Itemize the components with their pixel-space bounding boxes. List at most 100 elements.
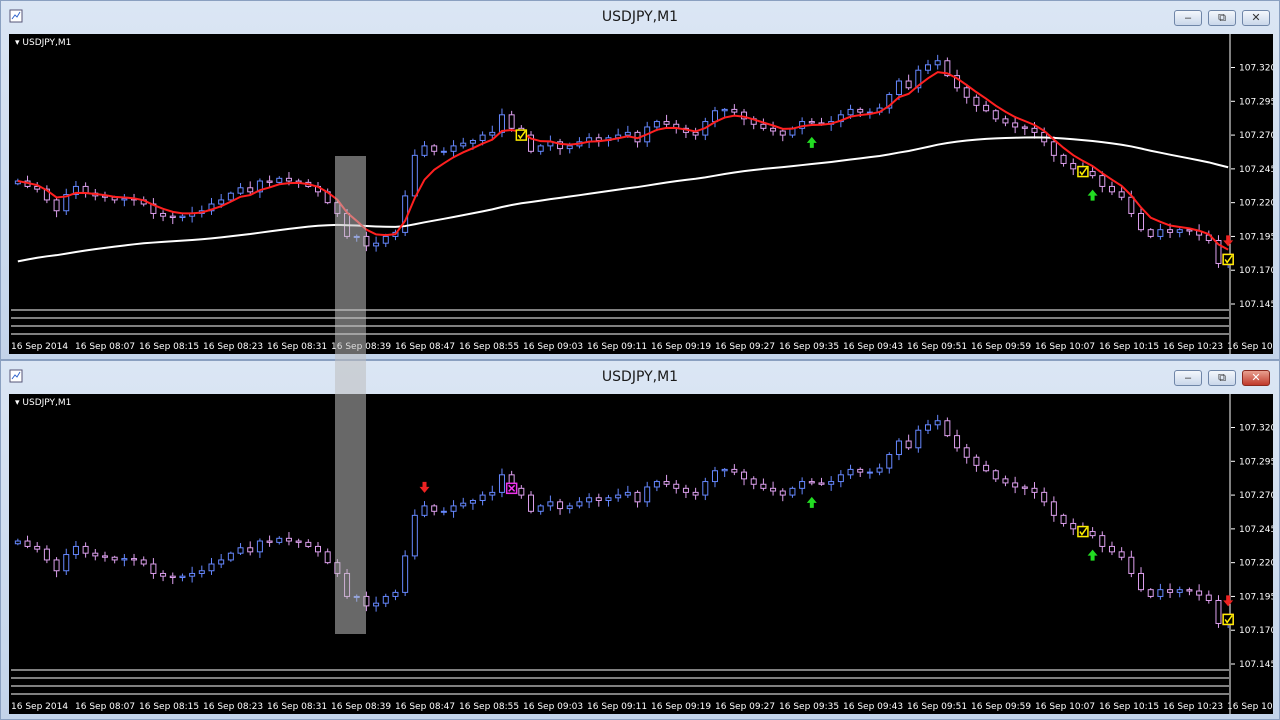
candle-body — [14, 540, 21, 545]
candle-body — [382, 235, 389, 244]
time-label: 16 Sep 09:59 — [971, 702, 1031, 712]
time-label: 16 Sep 09:27 — [715, 342, 775, 352]
buy-arrow-icon — [1087, 549, 1098, 561]
arrow-shape — [1223, 235, 1234, 247]
candle-body — [479, 134, 486, 141]
candle-body — [1176, 229, 1183, 233]
candle-body — [1012, 122, 1019, 128]
time-label: 16 Sep 08:55 — [459, 342, 519, 352]
candle-body — [847, 108, 854, 116]
time-label: 16 Sep 10:23 — [1163, 702, 1223, 712]
candle-body — [828, 481, 835, 485]
window-title: USDJPY,M1 — [601, 369, 679, 385]
candle-body — [731, 108, 738, 113]
price-chart[interactable]: 107.320 107.295 107.270 107.245 107.220 107.1… — [9, 394, 1273, 714]
candle-body — [469, 499, 476, 504]
candle-body — [518, 487, 525, 496]
candle-body — [983, 464, 990, 472]
candle-body — [1147, 229, 1154, 237]
restore-button[interactable]: ⧉ — [1208, 370, 1236, 386]
candle-body — [886, 454, 893, 469]
candle-body — [1167, 229, 1174, 233]
minimize-button[interactable]: – — [1174, 370, 1202, 386]
candle-body — [508, 114, 515, 129]
time-label: 16 Sep 08:15 — [139, 702, 199, 712]
time-label: 16 Sep 09:11 — [587, 702, 647, 712]
time-label: 16 Sep 08:47 — [395, 342, 455, 352]
candle-body — [43, 548, 50, 561]
chart-window-bottom[interactable]: USDJPY,M1 – ⧉ ✕ 107.320 107.295 107.270 107… — [0, 360, 1280, 720]
price-label: 107.145 — [1239, 300, 1273, 310]
candle-body — [498, 114, 505, 133]
candle-body — [876, 467, 883, 473]
symbol-label: ▾ USDJPY,M1 — [15, 398, 72, 408]
candle-body — [1118, 551, 1125, 558]
candle-body — [140, 559, 147, 565]
candle-body — [392, 591, 399, 597]
candle-body — [692, 131, 699, 136]
candle-body — [237, 547, 244, 554]
candle-body — [469, 139, 476, 144]
price-chart[interactable]: 107.320 107.295 107.270 107.245 107.220 107.1… — [9, 34, 1273, 354]
title-bar[interactable]: USDJPY,M1 – ⧉ ✕ — [1, 361, 1279, 393]
candle-body — [305, 541, 312, 547]
candle-body — [847, 468, 854, 476]
time-label: 16 Sep 09:19 — [651, 342, 711, 352]
candle-body — [818, 482, 825, 485]
candle-body — [992, 110, 999, 120]
candle-body — [615, 494, 622, 499]
candle-body — [1002, 478, 1009, 484]
time-label: 16 Sep 09:51 — [907, 702, 967, 712]
candle-body — [557, 501, 564, 510]
candle-body — [440, 510, 447, 513]
candle-body — [489, 131, 496, 136]
close-button[interactable]: ✕ — [1242, 370, 1270, 386]
restore-button[interactable]: ⧉ — [1208, 10, 1236, 26]
time-label: 16 Sep 08:15 — [139, 342, 199, 352]
close-button[interactable]: ✕ — [1242, 10, 1270, 26]
candle-body — [963, 87, 970, 98]
buy-arrow-icon — [806, 136, 817, 148]
time-label: 16 Sep 08:47 — [395, 702, 455, 712]
time-label: 16 Sep 09:03 — [523, 702, 583, 712]
candle-body — [547, 501, 554, 507]
candle-body — [440, 150, 447, 153]
candle-body — [63, 554, 70, 572]
candle-body — [779, 490, 786, 496]
candle-body — [808, 121, 815, 124]
minimize-button[interactable]: – — [1174, 10, 1202, 26]
candle-body — [1099, 175, 1106, 187]
candle-body — [799, 481, 806, 489]
candle-body — [1128, 196, 1135, 214]
candle-body — [373, 602, 380, 607]
arrow-shape — [806, 496, 817, 508]
candle-body — [925, 64, 931, 71]
check-marker-icon — [515, 129, 528, 141]
candle-body — [421, 145, 428, 156]
price-label: 107.195 — [1239, 592, 1273, 602]
time-label: 16 Sep 10: — [1227, 702, 1273, 712]
arrow-shape — [1087, 189, 1098, 201]
price-label: 107.295 — [1239, 457, 1273, 467]
candle-body — [750, 478, 757, 485]
chart-window-top[interactable]: USDJPY,M1 – ⧉ ✕ 107.320 107.295 107.270 107… — [0, 0, 1280, 360]
candle-body — [208, 563, 215, 572]
candle-body — [837, 474, 844, 483]
time-label: 16 Sep 10:15 — [1099, 342, 1159, 352]
price-label: 107.295 — [1239, 97, 1273, 107]
candle-body — [1147, 589, 1154, 597]
candle-body — [934, 420, 941, 426]
candle-body — [576, 501, 583, 507]
chart-canvas[interactable]: 107.320 107.295 107.270 107.245 107.220 107.1… — [9, 394, 1273, 714]
x-marker-icon — [505, 482, 518, 495]
candle-body — [983, 104, 990, 112]
time-label: 16 Sep 08:31 — [267, 702, 327, 712]
candle-body — [1099, 535, 1106, 547]
check-marker-icon — [1222, 253, 1234, 266]
candle-body — [537, 145, 544, 152]
price-label: 107.320 — [1239, 424, 1273, 434]
chart-canvas[interactable]: 107.320 107.295 107.270 107.245 107.220 107.1… — [9, 34, 1273, 354]
candle-body — [1138, 572, 1145, 591]
price-label: 107.170 — [1239, 266, 1273, 276]
title-bar[interactable]: USDJPY,M1 – ⧉ ✕ — [1, 1, 1279, 33]
